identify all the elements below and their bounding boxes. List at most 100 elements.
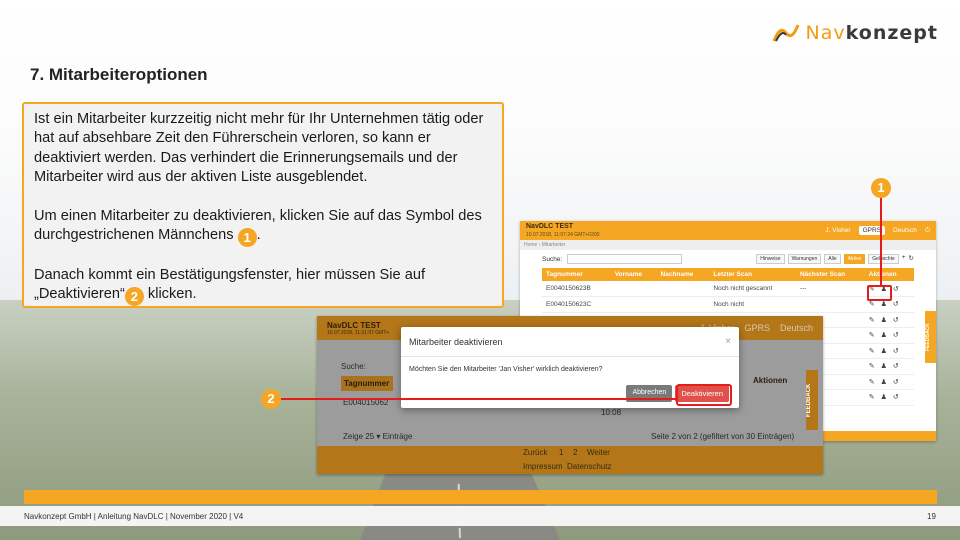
- step1-period: .: [256, 227, 261, 244]
- pagination-info: Seite 2 von 2 (gefiltert von 30 Einträge…: [651, 432, 795, 441]
- pager-page-1[interactable]: 1: [559, 448, 563, 457]
- search-label: Suche:: [341, 362, 366, 371]
- cell-last-scan: Noch nicht: [709, 296, 796, 313]
- pager-prev[interactable]: Zurück: [523, 448, 547, 457]
- callout-marker-1: 1: [871, 178, 891, 198]
- col-naechster-scan[interactable]: Nächster Scan: [795, 268, 865, 281]
- footer-text: Navkonzept GmbH | Anleitung NavDLC | Nov…: [24, 511, 244, 521]
- page-size-value: 25: [365, 432, 375, 441]
- edit-icon[interactable]: ✎: [869, 331, 875, 339]
- paragraph-step1: Um einen Mitarbeiter zu deaktivieren, kl…: [34, 207, 492, 248]
- deactivate-user-icon[interactable]: ♟: [881, 347, 887, 355]
- cell-next-scan: ---: [795, 281, 865, 297]
- language-menu[interactable]: Deutsch: [780, 323, 813, 333]
- table-row: E0040150623B Noch nicht gescannt --- ✎ ♟ ↺: [542, 281, 914, 297]
- deactivate-user-icon[interactable]: ♟: [881, 316, 887, 324]
- edit-icon[interactable]: ✎: [869, 393, 875, 401]
- refresh-icon[interactable]: ↻: [909, 254, 914, 264]
- cell-time: 10:08: [601, 408, 622, 417]
- filter-hinweise-button[interactable]: Hinweise: [756, 254, 785, 264]
- power-icon[interactable]: ⏻: [925, 227, 930, 235]
- user-menu[interactable]: J. Visher: [825, 227, 850, 234]
- footer-accent-bar: [24, 490, 937, 504]
- cell-tag: E0040150623C: [542, 296, 611, 313]
- step2-suffix: klicken.: [143, 286, 197, 303]
- col-nachname[interactable]: Nachname: [656, 268, 710, 281]
- table-row: E0040150623C Noch nicht ✎ ♟ ↺: [542, 296, 914, 313]
- edit-icon[interactable]: ✎: [869, 362, 875, 370]
- edit-icon[interactable]: ✎: [869, 316, 875, 324]
- deactivate-button-highlight: [676, 384, 732, 406]
- page-size-control[interactable]: Zeige 25 ▾ Einträge: [343, 432, 412, 441]
- app-header: NavDLC TEST 10.07.2018, 11:07:24 GMT+0200…: [520, 221, 936, 240]
- datenschutz-link[interactable]: Datenschutz: [567, 462, 611, 471]
- history-icon[interactable]: ↺: [893, 300, 899, 308]
- filter-alle-button[interactable]: Alle: [824, 254, 841, 264]
- callout-line-1: [880, 198, 882, 286]
- dialog-title: Mitarbeiter deaktivieren: [409, 336, 503, 347]
- close-icon[interactable]: ×: [725, 336, 731, 347]
- mode-select[interactable]: GPRS: [744, 323, 770, 333]
- deactivate-icon-highlight: [867, 285, 892, 301]
- history-icon[interactable]: ↺: [893, 362, 899, 370]
- cell-last-scan: Noch nicht gescannt: [709, 281, 796, 297]
- callout-line-2: [281, 398, 677, 400]
- logo-text-konzept: konzept: [845, 22, 938, 44]
- col-aktionen: Aktionen: [864, 268, 914, 281]
- slide-footer: Navkonzept GmbH | Anleitung NavDLC | Nov…: [0, 506, 960, 526]
- col-aktionen: Aktionen: [753, 376, 788, 385]
- step2-text: Danach kommt ein Bestätigungsfenster, hi…: [34, 267, 425, 303]
- edit-icon[interactable]: ✎: [869, 300, 875, 308]
- deactivate-user-icon[interactable]: ♟: [881, 300, 887, 308]
- app-brand-title: NavDLC TEST: [526, 222, 574, 230]
- callout-marker-2: 2: [261, 389, 281, 409]
- dialog-message: Möchten Sie den Mitarbeiter 'Jan Visher'…: [409, 366, 603, 373]
- language-menu[interactable]: Deutsch: [893, 227, 917, 234]
- pager-page-2[interactable]: 2: [573, 448, 577, 457]
- feedback-tab[interactable]: FEEDBACK: [925, 311, 936, 363]
- history-icon[interactable]: ↺: [893, 331, 899, 339]
- deactivate-user-icon[interactable]: ♟: [881, 378, 887, 386]
- step2-badge: 2: [124, 287, 144, 307]
- app-brand-timestamp: 10.07.2018, 11:31:07 GMT+: [327, 329, 390, 336]
- col-vorname[interactable]: Vorname: [610, 268, 657, 281]
- logo-text-nav: Nav: [805, 22, 846, 44]
- cell-tag: E0040150623B: [542, 281, 611, 297]
- cell-next-scan: [795, 296, 865, 313]
- edit-icon[interactable]: ✎: [869, 378, 875, 386]
- navkonzept-logo: Navkonzept: [772, 22, 938, 44]
- app-footer-dimmed: Zurück 1 2 Weiter Impressum Datenschutz: [317, 446, 823, 474]
- deactivate-user-icon[interactable]: ♟: [881, 393, 887, 401]
- history-icon[interactable]: ↺: [893, 316, 899, 324]
- col-letzter-scan[interactable]: Letzter Scan: [709, 268, 796, 281]
- feedback-tab[interactable]: FEEDBACK: [806, 370, 818, 430]
- filter-aktive-button[interactable]: Aktive: [843, 254, 866, 264]
- history-icon[interactable]: ↺: [893, 347, 899, 355]
- paragraph-intro: Ist ein Mitarbeiter kurzzeitig nicht meh…: [34, 111, 484, 186]
- search-input[interactable]: [567, 254, 683, 264]
- pager-next[interactable]: Weiter: [587, 448, 610, 457]
- app-brand-title: NavDLC TEST: [327, 320, 381, 330]
- col-tagnummer[interactable]: Tagnummer: [542, 268, 611, 281]
- history-icon[interactable]: ↺: [893, 378, 899, 386]
- zeige-label: Zeige: [343, 432, 364, 441]
- history-icon[interactable]: ↺: [893, 393, 899, 401]
- history-icon[interactable]: ↺: [893, 285, 899, 293]
- deactivate-user-icon[interactable]: ♟: [881, 331, 887, 339]
- logo-swoosh-icon: [772, 24, 799, 42]
- app-brand: NavDLC TEST 10.07.2018, 11:07:24 GMT+0200: [526, 223, 599, 239]
- entries-label: Einträge: [382, 432, 413, 441]
- col-tagnummer: Tagnummer: [341, 376, 393, 391]
- deactivate-user-icon[interactable]: ♟: [881, 362, 887, 370]
- filter-geloeschte-button[interactable]: Gelöschte: [868, 254, 899, 264]
- page-number: 19: [927, 511, 936, 521]
- edit-icon[interactable]: ✎: [869, 347, 875, 355]
- impressum-link[interactable]: Impressum: [523, 462, 563, 471]
- app-brand: NavDLC TEST 10.07.2018, 11:31:07 GMT+: [327, 321, 389, 336]
- search-label: Suche:: [542, 255, 563, 263]
- instruction-box: Ist ein Mitarbeiter kurzzeitig nicht meh…: [22, 102, 504, 308]
- add-icon[interactable]: +: [902, 254, 906, 264]
- app-brand-timestamp: 10.07.2018, 11:07:24 GMT+0200: [526, 231, 600, 238]
- filter-warnungen-button[interactable]: Warnungen: [787, 254, 822, 264]
- paragraph-step2: Danach kommt ein Bestätigungsfenster, hi…: [34, 266, 492, 307]
